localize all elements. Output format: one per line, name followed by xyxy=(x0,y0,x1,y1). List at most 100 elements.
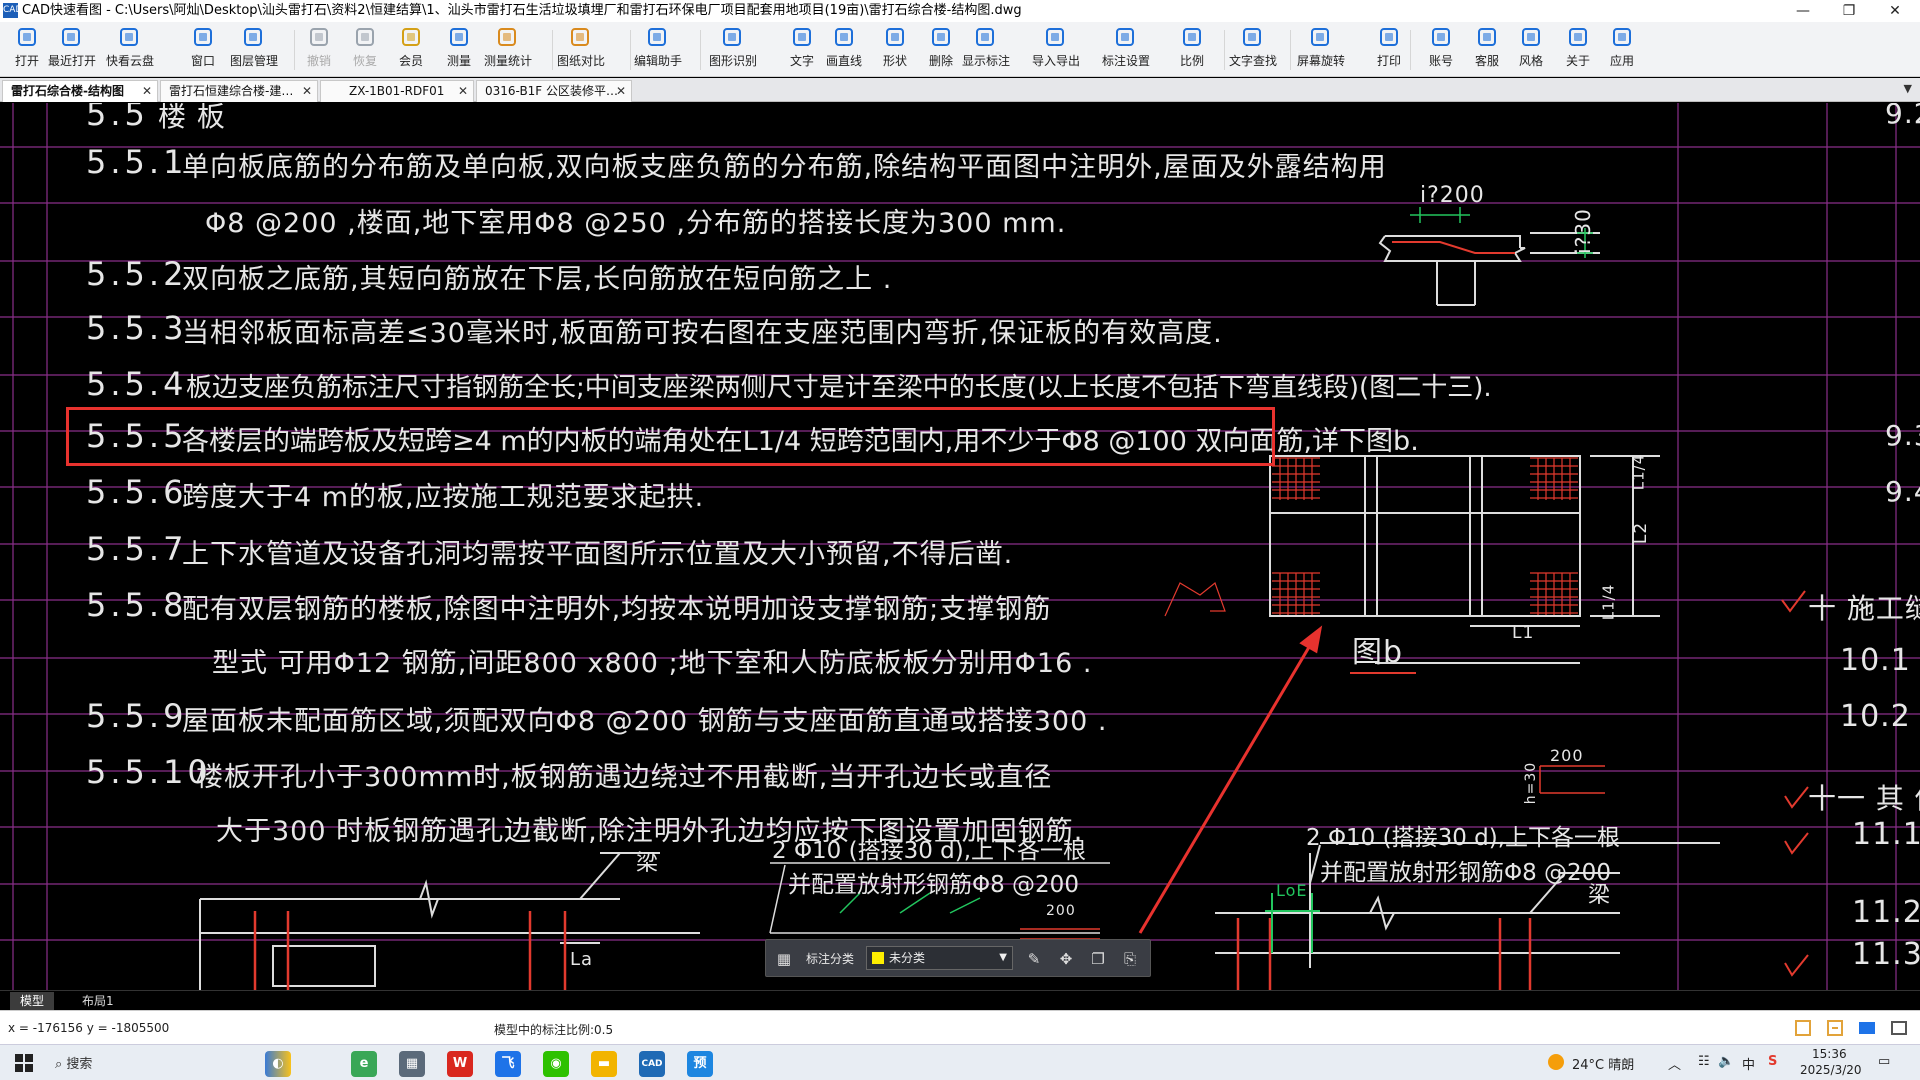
dimension-200-top: 200 xyxy=(1550,746,1584,765)
toolbar-button-folder[interactable]: 打开 xyxy=(4,26,50,69)
paste-icon[interactable]: ⎘ xyxy=(1120,949,1140,969)
section-11-1: 11.1 xyxy=(1852,817,1920,852)
network-icon[interactable]: ☷ xyxy=(1698,1054,1710,1069)
clock-date[interactable]: 2025/3/20 xyxy=(1800,1063,1862,1077)
section-11-2: 11.2 xyxy=(1852,895,1920,930)
tab-document-3[interactable]: ZX-1B01-RDF01 ✕ xyxy=(320,80,474,102)
toolbar-button-vip[interactable]: 会员 xyxy=(388,26,434,69)
taskbar-widget-icon[interactable]: ◐ xyxy=(265,1051,291,1077)
dimension-200-mid: 200 xyxy=(1046,903,1076,919)
toolbar-button-text[interactable]: 文字 xyxy=(779,26,825,69)
close-window-button[interactable]: ✕ xyxy=(1872,0,1918,22)
toolbar-button-shape-recognition[interactable]: 图形识别 xyxy=(709,26,757,69)
tab-label: 雷打石恒建综合楼-建… xyxy=(169,84,294,98)
toolbar-button-label: 测量 xyxy=(446,54,471,68)
tab-close-icon[interactable]: ✕ xyxy=(142,81,152,102)
toolbar-button-line[interactable]: 画直线 xyxy=(821,26,867,69)
tab-overflow-icon[interactable]: ▼ xyxy=(1904,82,1912,95)
toolbar-button-redo[interactable]: 恢复 xyxy=(342,26,388,69)
chevron-down-icon: ▼ xyxy=(999,952,1007,963)
tab-document-2[interactable]: 雷打石恒建综合楼-建… ✕ xyxy=(160,80,318,102)
wps-icon[interactable]: W xyxy=(447,1051,473,1077)
toolbar-button-user[interactable]: 账号 xyxy=(1418,26,1464,69)
window-icon xyxy=(194,28,212,46)
ime-indicator[interactable]: 中 xyxy=(1742,1054,1755,1073)
window-title: CAD快速看图 - C:\Users\阿灿\Desktop\汕头雷打石\资料2\… xyxy=(22,3,1022,18)
tab-layout1[interactable]: 布局1 xyxy=(72,992,124,1010)
copy-icon[interactable]: ❐ xyxy=(1088,949,1108,969)
status-window-icon[interactable] xyxy=(1890,1019,1908,1037)
status-layout-icon[interactable] xyxy=(1858,1019,1876,1037)
edit-icon[interactable]: ✎ xyxy=(1024,949,1044,969)
toolbar-button-undo[interactable]: 撤销 xyxy=(296,26,342,69)
dimension-l1-4-top: L1/4 xyxy=(1629,453,1648,491)
toolbar-button-eraser[interactable]: 删除 xyxy=(918,26,964,69)
toolbar-button-annotation-settings[interactable]: 标注设置 xyxy=(1102,26,1150,69)
toolbar-button-layers[interactable]: 图层管理 xyxy=(230,26,279,69)
eraser-icon xyxy=(932,28,950,46)
browser-icon[interactable]: e xyxy=(351,1051,377,1077)
clause-text: 配有双层钢筋的楼板,除图中注明外,均按本说明加设支撑钢筋;支撑钢筋 xyxy=(182,594,1052,625)
clause-number: 5.5.6 xyxy=(86,473,188,511)
clause-text: 双向板之底筋,其短向筋放在下层,长向筋放在短向筋之上 . xyxy=(182,264,893,295)
toolbar-button-window[interactable]: 窗口 xyxy=(180,26,226,69)
toolbar-button-import-export[interactable]: 导入导出 xyxy=(1032,26,1080,69)
volume-icon[interactable]: 🔈 xyxy=(1718,1054,1734,1069)
move-icon[interactable]: ✥ xyxy=(1056,949,1076,969)
rebar-note-right-2: 并配置放射形钢筋Φ8 @200 xyxy=(1320,860,1611,886)
tab-close-icon[interactable]: ✕ xyxy=(302,81,312,102)
drawing-canvas[interactable]: 5.5 楼 板 5.5.1 单向板底筋的分布筋及单向板,双向板支座负筋的分布筋,… xyxy=(0,103,1920,990)
toolbar-button-cloud[interactable]: 快看云盘 xyxy=(106,26,154,69)
toolbar-button-scale[interactable]: 比例 xyxy=(1169,26,1215,69)
dimension-h30: h=30 xyxy=(1523,761,1540,805)
toolbar-button-rotate-screen[interactable]: 屏幕旋转 xyxy=(1297,26,1345,69)
grid-menu-icon[interactable]: ▦ xyxy=(774,949,794,969)
toolbar-button-history[interactable]: 最近打开 xyxy=(48,26,96,69)
windows-start-icon[interactable] xyxy=(14,1053,34,1073)
tab-document-4[interactable]: 0316-B1F 公区装修平… ✕ xyxy=(476,80,632,102)
annotation-category-select[interactable]: 未分类 ▼ xyxy=(866,946,1013,970)
toolbar-button-info[interactable]: 关于 xyxy=(1555,26,1601,69)
calculator-icon[interactable]: ▦ xyxy=(399,1051,425,1077)
status-doc-icon[interactable] xyxy=(1794,1019,1812,1037)
toolbar-button-compare[interactable]: 图纸对比 xyxy=(557,26,606,69)
feishu-icon[interactable]: 飞 xyxy=(495,1051,521,1077)
toolbar-button-edit-assistant[interactable]: 编辑助手 xyxy=(634,26,683,69)
clock-time[interactable]: 15:36 xyxy=(1812,1047,1847,1061)
folder-icon xyxy=(18,28,36,46)
wechat-icon[interactable]: ◉ xyxy=(543,1051,569,1077)
clause-number: 5.5.4 xyxy=(86,365,188,403)
weather-text[interactable]: 24°C 晴朗 xyxy=(1572,1054,1634,1073)
status-export-icon[interactable] xyxy=(1826,1019,1844,1037)
toolbar-button-text-search[interactable]: 文字查找 xyxy=(1229,26,1277,69)
file-explorer-icon[interactable]: ▬ xyxy=(591,1051,617,1077)
tab-close-icon[interactable]: ✕ xyxy=(458,81,468,102)
tab-model[interactable]: 模型 xyxy=(10,992,55,1010)
toolbar-button-label: 图层管理 xyxy=(230,54,279,68)
toolbar-button-printer[interactable]: 打印 xyxy=(1366,26,1412,69)
toolbar-button-label: 应用 xyxy=(1609,54,1634,68)
taskbar-search[interactable]: ⌕ 搜索 xyxy=(55,1053,255,1073)
toolbar-button-label: 编辑助手 xyxy=(634,54,683,68)
toolbar-button-measure[interactable]: 测量 xyxy=(436,26,482,69)
toolbar-button-style[interactable]: 风格 xyxy=(1508,26,1554,69)
antivirus-icon[interactable]: S xyxy=(1768,1054,1777,1069)
toolbar-button-headset[interactable]: 客服 xyxy=(1464,26,1510,69)
search-placeholder: 搜索 xyxy=(66,1057,93,1072)
restore-button[interactable]: ❐ xyxy=(1826,0,1872,22)
toolbar-separator xyxy=(700,30,701,70)
toolbar-button-apps[interactable]: 应用 xyxy=(1599,26,1645,69)
preview-icon[interactable]: 预 xyxy=(687,1051,713,1077)
minimize-button[interactable]: — xyxy=(1780,0,1826,22)
toolbar-button-label: 图纸对比 xyxy=(557,54,606,68)
main-toolbar: 打开 最近打开 快看云盘 窗口 图层管理 撤销 恢复 会员 测量 测量统计 图纸对比 编辑助手 图形识别… xyxy=(0,22,1920,77)
tab-document-1[interactable]: 雷打石综合楼-结构图 ✕ xyxy=(2,80,158,102)
cad-viewer-icon[interactable]: CAD xyxy=(639,1051,665,1077)
notification-icon[interactable]: ▭ xyxy=(1878,1054,1890,1069)
tray-chevron-up-icon[interactable]: ︿ xyxy=(1668,1054,1681,1073)
tab-close-icon[interactable]: ✕ xyxy=(616,81,626,102)
toolbar-button-shape[interactable]: 形状 xyxy=(872,26,918,69)
layers-icon xyxy=(244,28,262,46)
toolbar-button-eye[interactable]: 显示标注 xyxy=(962,26,1010,69)
toolbar-button-measure-stats[interactable]: 测量统计 xyxy=(484,26,532,69)
